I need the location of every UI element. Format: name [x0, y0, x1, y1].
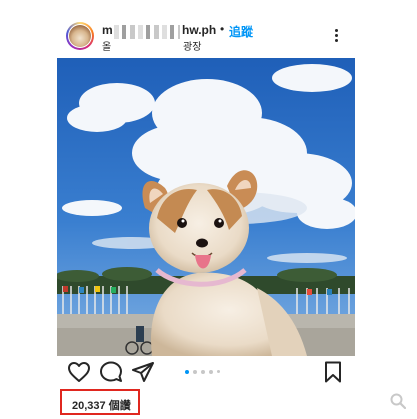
separator-dot: • [220, 22, 225, 36]
location[interactable]: 올 [102, 38, 111, 53]
search-icon [390, 393, 406, 409]
puppy-photo [57, 58, 355, 356]
user-info: m hw.ph • 追蹤 올 광장 [102, 22, 312, 53]
send-icon[interactable] [131, 360, 155, 384]
bookmark-icon[interactable] [321, 360, 345, 384]
post-actions [57, 358, 355, 386]
carousel-dot [209, 370, 213, 374]
likes-highlight: 20,337 個讚 [60, 389, 140, 415]
avatar[interactable] [66, 22, 94, 50]
location-suffix[interactable]: 광장 [183, 38, 201, 53]
carousel-dot-active [185, 370, 189, 374]
username[interactable]: m [102, 23, 113, 37]
avatar-ring [68, 24, 92, 48]
post-image[interactable] [57, 58, 355, 356]
comment-icon[interactable] [99, 360, 123, 384]
post-header: m hw.ph • 追蹤 올 광장 [57, 14, 355, 58]
likes-count[interactable]: 20,337 個讚 [72, 397, 131, 413]
instagram-post: m hw.ph • 追蹤 올 광장 20,337 個讚 [57, 14, 355, 419]
more-options-icon[interactable] [327, 26, 347, 46]
username-redaction [114, 25, 180, 39]
avatar-image [69, 25, 91, 47]
carousel-dot [201, 370, 205, 374]
heart-icon[interactable] [67, 360, 91, 384]
carousel-dot [217, 370, 220, 373]
carousel-dot [193, 370, 197, 374]
username-suffix[interactable]: hw.ph [182, 23, 216, 37]
follow-button[interactable]: 追蹤 [229, 23, 253, 40]
